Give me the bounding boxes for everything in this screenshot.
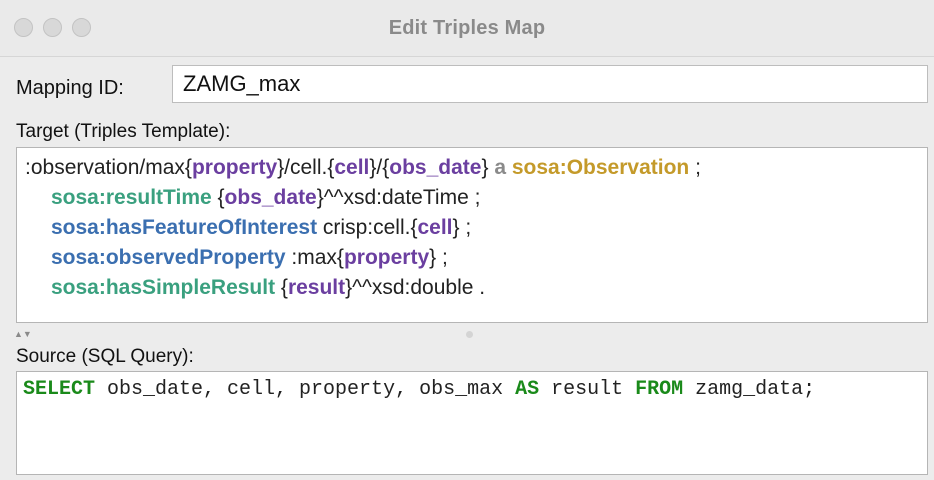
edit-triples-map-window: Edit Triples Map Mapping ID: Target (Tri… [0,0,934,480]
target-token: result [287,276,346,299]
sql-text: result [539,378,636,401]
target-token: }/cell.{ [277,156,335,179]
target-template-editor[interactable]: :observation/max{property}/cell.{cell}/{… [16,147,928,323]
target-line: sosa:resultTime {obs_date}^^xsd:dateTime… [25,183,919,213]
target-line: sosa:hasSimpleResult {result}^^xsd:doubl… [25,273,919,303]
sql-text: obs_date, cell, property, obs_max [95,378,516,401]
target-token: crisp:cell.{ [317,216,418,239]
target-token: cell [417,216,453,239]
target-token: :observation/max{ [25,156,192,179]
target-token: obs_date [224,186,317,209]
target-token: ; [689,156,701,179]
target-token: sosa:hasSimpleResult [51,276,276,299]
mapping-id-label: Mapping ID: [16,77,124,99]
target-token: }^^xsd:double . [345,276,486,299]
target-token: } ; [452,216,472,239]
splitter-grip-icon[interactable] [466,331,473,338]
target-token: sosa:Observation [511,156,690,179]
target-token: }^^xsd:dateTime ; [316,186,481,209]
sql-keyword: AS [515,378,540,401]
target-token: sosa:resultTime [51,186,212,209]
target-token: cell [334,156,370,179]
target-token: sosa:hasFeatureOfInterest [51,216,318,239]
target-token: { [275,276,288,299]
window-title: Edit Triples Map [388,17,546,39]
target-line: :observation/max{property}/cell.{cell}/{… [25,153,919,183]
target-token: obs_date [389,156,482,179]
target-line: sosa:observedProperty :max{property} ; [25,243,919,273]
target-token: :max{ [285,246,344,269]
sql-keyword: FROM [635,378,684,401]
target-token: sosa:observedProperty [51,246,286,269]
source-label: Source (SQL Query): [16,346,194,367]
title-bar: Edit Triples Map [0,0,934,57]
target-token: } [481,156,495,179]
target-label: Target (Triples Template): [16,121,231,142]
sql-text: zamg_data; [683,378,816,401]
target-token: a [494,156,506,179]
sql-keyword: SELECT [23,378,96,401]
target-token: } ; [429,246,448,269]
mapping-id-input[interactable] [172,65,928,103]
target-token: property [191,156,278,179]
split-arrows-icon[interactable]: ▲▼ [14,329,32,339]
target-token: { [211,186,225,209]
target-token: property [343,246,430,269]
target-line: sosa:hasFeatureOfInterest crisp:cell.{ce… [25,213,919,243]
target-token: }/{ [369,156,390,179]
sql-query-editor[interactable]: SELECT obs_date, cell, property, obs_max… [16,371,928,475]
